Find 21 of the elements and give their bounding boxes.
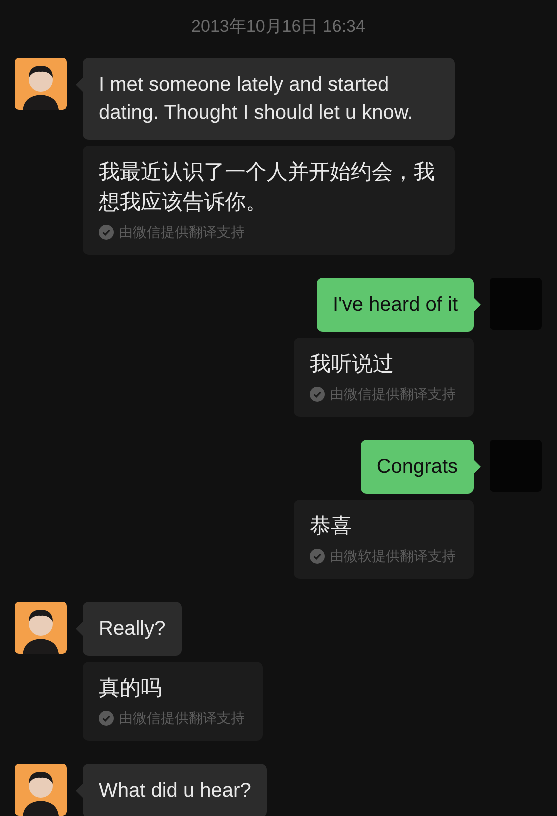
avatar[interactable] xyxy=(15,602,67,654)
message-bubble: I met someone lately and started dating. Thought I should let u know. xyxy=(83,58,455,140)
translation-note: 由微信提供翻译支持 xyxy=(119,222,245,242)
translation-note: 由微软提供翻译支持 xyxy=(330,546,456,566)
translation-text: 真的吗 xyxy=(99,676,163,702)
translation-text: 我最近认识了一个人并开始约会，我想我应该告诉你。 xyxy=(99,160,436,216)
message-bubble: Congrats xyxy=(360,440,474,494)
translation-text: 我听说过 xyxy=(310,352,395,378)
message-bubble: What did u hear? xyxy=(83,764,268,816)
timestamp: 2013年10月16日 16:34 xyxy=(192,16,366,38)
message-bubble: I've heard of it xyxy=(317,278,474,332)
check-icon xyxy=(99,224,114,240)
check-icon xyxy=(310,548,325,564)
translation-text: 恭喜 xyxy=(310,514,353,540)
translation-note: 由微信提供翻译支持 xyxy=(119,708,245,728)
avatar[interactable] xyxy=(15,764,67,816)
message-bubble: Really? xyxy=(83,602,182,656)
check-icon xyxy=(99,710,114,726)
translation-note: 由微信提供翻译支持 xyxy=(330,384,456,404)
check-icon xyxy=(310,386,325,402)
avatar[interactable] xyxy=(15,58,67,110)
